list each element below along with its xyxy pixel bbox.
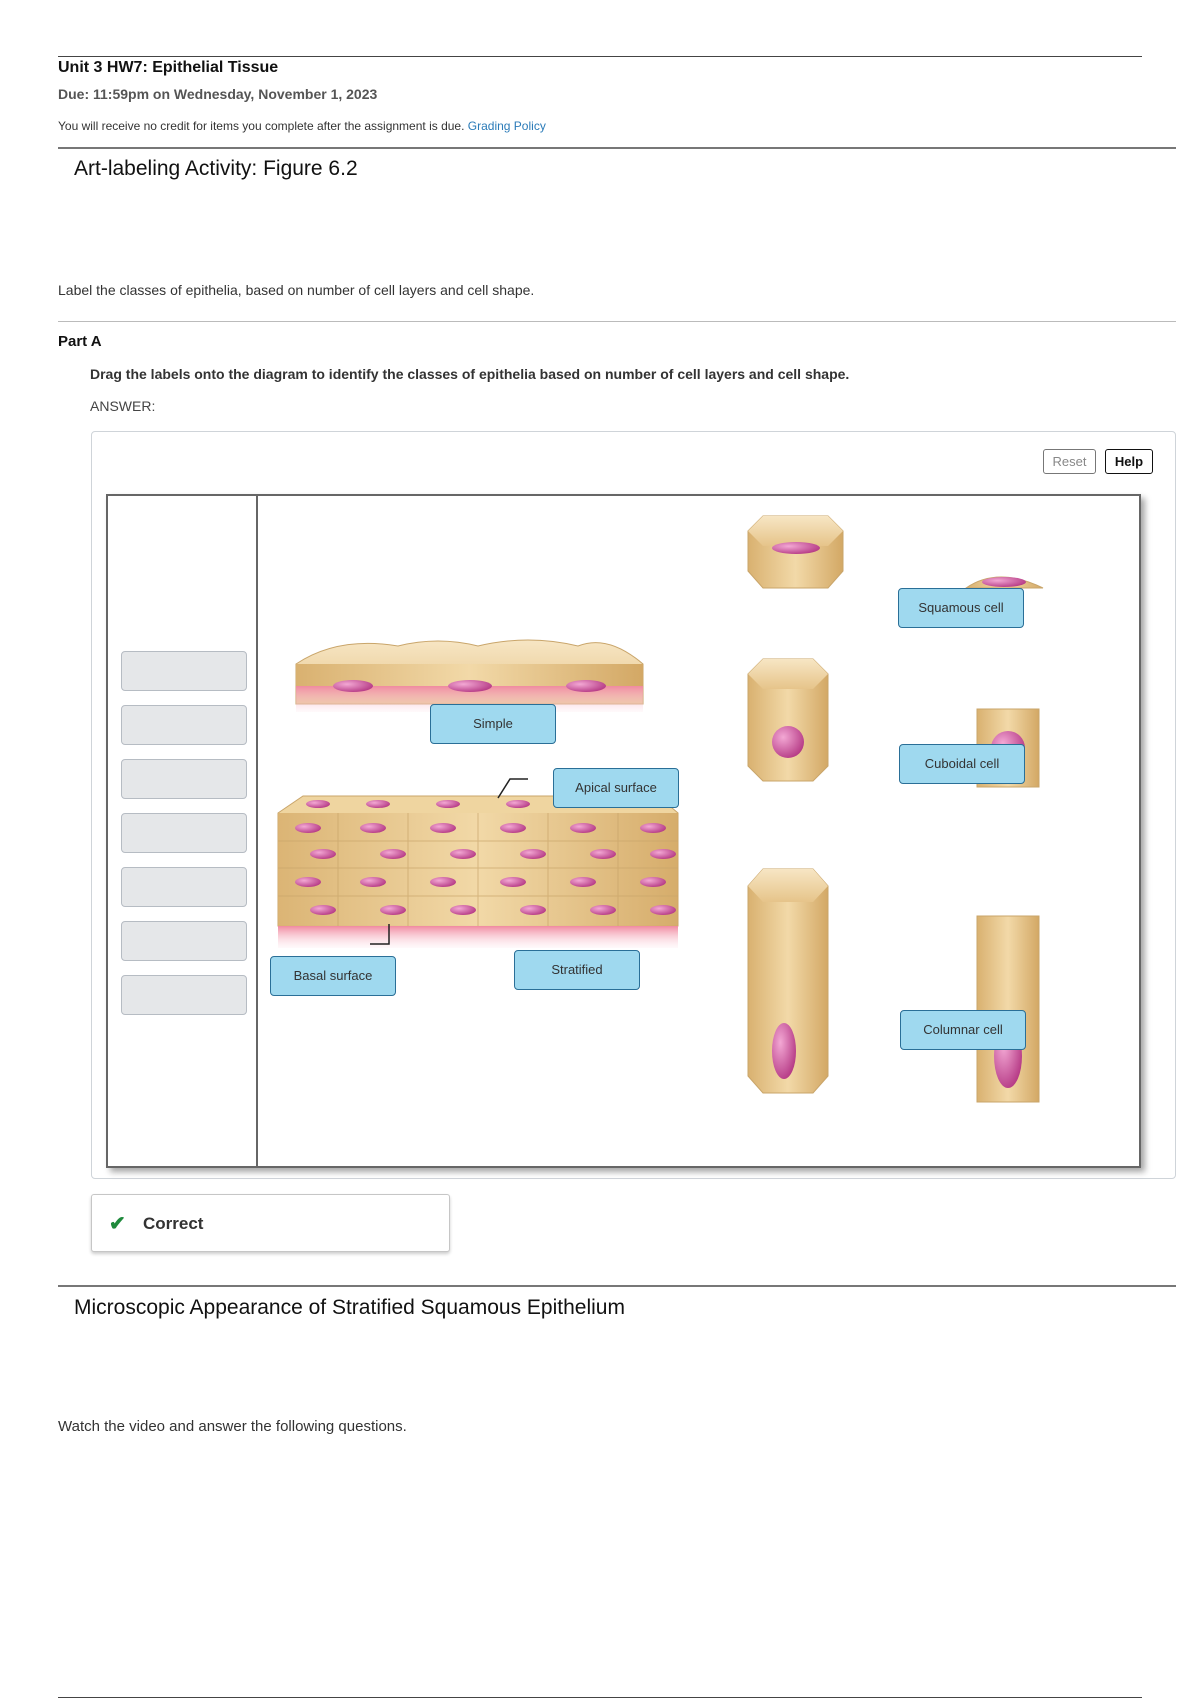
section-divider: [58, 1285, 1176, 1287]
assignment-title: Unit 3 HW7: Epithelial Tissue: [58, 59, 279, 76]
simple-epithelium-sheet: [295, 639, 644, 712]
part-divider: [58, 321, 1176, 322]
bottom-divider: [58, 1697, 1142, 1698]
stratified-epithelium-block: [277, 795, 679, 948]
part-instruction: Drag the labels onto the diagram to iden…: [90, 366, 850, 382]
basal-surface-label[interactable]: Basal surface: [270, 956, 396, 996]
apical-surface-label[interactable]: Apical surface: [553, 768, 679, 808]
columnar-cell-section: [976, 915, 1040, 1103]
stratified-label[interactable]: Stratified: [514, 950, 640, 990]
columnar-cell-label[interactable]: Columnar cell: [900, 1010, 1026, 1050]
feedback-box: ✔ Correct: [91, 1194, 450, 1252]
cuboidal-cell-label[interactable]: Cuboidal cell: [899, 744, 1025, 784]
activity-intro: Label the classes of epithelia, based on…: [58, 282, 535, 298]
part-label: Part A: [58, 333, 102, 350]
help-button[interactable]: Help: [1105, 449, 1153, 474]
top-divider: [58, 56, 1142, 57]
grading-policy-link[interactable]: Grading Policy: [468, 119, 546, 133]
activity-title: Art-labeling Activity: Figure 6.2: [74, 157, 358, 180]
apical-leader-line: [497, 778, 528, 799]
due-date: Due: 11:59pm on Wednesday, November 1, 2…: [58, 86, 378, 102]
checkmark-icon: ✔: [109, 1213, 126, 1235]
credit-notice: You will receive no credit for items you…: [58, 119, 546, 133]
squamous-cell-section: [964, 576, 1044, 589]
reset-button[interactable]: Reset: [1043, 449, 1096, 474]
section-divider: [58, 147, 1176, 149]
answer-label: ANSWER:: [90, 398, 156, 414]
labeling-diagram: Simple Apical surface Basal surface Stra…: [106, 494, 1141, 1168]
feedback-text: Correct: [143, 1214, 204, 1233]
columnar-cell-model: [747, 868, 829, 1094]
next-section-intro: Watch the video and answer the following…: [58, 1418, 407, 1435]
simple-label[interactable]: Simple: [430, 704, 556, 744]
squamous-cell-model: [747, 515, 844, 589]
cuboidal-cell-model: [747, 658, 829, 782]
squamous-cell-label[interactable]: Squamous cell: [898, 588, 1024, 628]
next-section-title: Microscopic Appearance of Stratified Squ…: [74, 1296, 625, 1319]
credit-notice-text: You will receive no credit for items you…: [58, 119, 465, 133]
